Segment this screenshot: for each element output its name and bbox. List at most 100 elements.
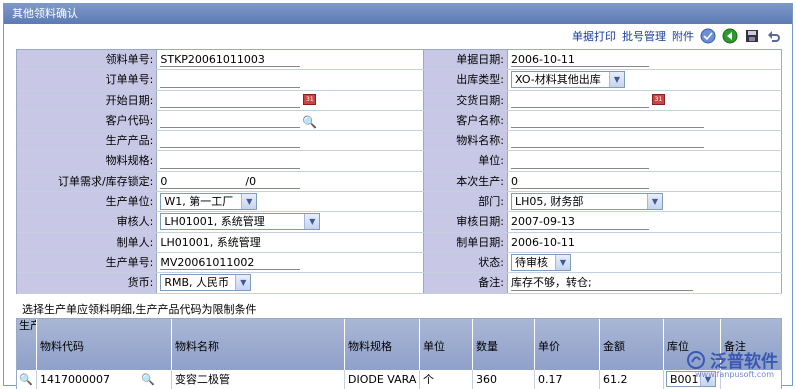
customer-code-field[interactable]: 🔍 (157, 110, 425, 132)
label-remark: 备注: (424, 273, 508, 293)
label-current-production: 本次生产: (424, 171, 508, 192)
col-unit-price[interactable]: 单价 (535, 319, 600, 370)
chevron-down-icon: ▼ (235, 275, 251, 291)
label-creator: 制单人: (17, 232, 158, 252)
cell-material-code: 1417000007 🔍 (37, 370, 172, 389)
label-department: 部门: (424, 192, 508, 212)
form-row: 审核人: LH01001, 系统管理 ▼ 审核日期: 2007-09-13 (17, 212, 782, 233)
label-out-type: 出库类型: (424, 70, 508, 90)
detail-grid: 生产单 物料代码 物料名称 物料规格 单位 数量 单价 金额 库位 备注 🔍 1… (16, 318, 782, 389)
detail-subtitle: 选择生产单应领料明细,生产产品代码为限制条件 (22, 303, 257, 316)
label-customer-code: 客户代码: (17, 110, 158, 131)
calendar-icon[interactable]: 31 (303, 93, 317, 105)
form-row: 领料单号: STKP20061011003 单据日期: 2006-10-11 (17, 50, 782, 71)
grid-header: 生产单 物料代码 物料名称 物料规格 单位 数量 单价 金额 库位 备注 (17, 319, 781, 370)
material-spec-field[interactable] (157, 151, 425, 171)
label-customer-name: 客户名称: (424, 110, 508, 131)
label-pick-no: 领料单号: (17, 50, 158, 70)
label-create-date: 制单日期: (424, 232, 508, 252)
doc-date-field[interactable]: 2006-10-11 (508, 50, 782, 70)
approve-date-field[interactable]: 2007-09-13 (508, 212, 782, 232)
cell-amount: 61.2 (600, 370, 664, 389)
currency-select[interactable]: RMB, 人民币 ▼ (160, 274, 252, 292)
col-material-name[interactable]: 物料名称 (172, 319, 345, 370)
chevron-down-icon: ▼ (241, 194, 257, 210)
start-date-field[interactable]: 31 (157, 90, 425, 110)
calendar-icon[interactable]: 31 (652, 93, 665, 105)
form-row: 物料规格: 单位: (17, 151, 782, 172)
attach-link[interactable]: 附件 (672, 28, 694, 44)
col-production-order[interactable]: 生产单 (17, 319, 37, 370)
label-product: 生产产品: (17, 131, 158, 151)
undo-icon[interactable] (766, 28, 782, 44)
unit-field[interactable] (508, 151, 782, 171)
material-name-field[interactable] (508, 131, 782, 151)
watermark-url: www.fanpusoft.com (695, 370, 774, 379)
col-quantity[interactable]: 数量 (473, 319, 535, 370)
print-link[interactable]: 单据打印 (572, 28, 616, 44)
chevron-down-icon: ▼ (304, 214, 320, 230)
label-order-demand: 订单需求/库存锁定: (17, 171, 158, 192)
brand-logo-icon (687, 350, 705, 369)
status-select[interactable]: 待审核 ▼ (511, 253, 571, 271)
create-date-field: 2006-10-11 (508, 232, 782, 252)
label-order-no: 订单单号: (17, 70, 158, 90)
production-unit-select[interactable]: W1, 第一工厂 ▼ (160, 193, 258, 211)
customer-name-field[interactable] (508, 110, 782, 131)
production-no-field[interactable]: MV20061011002 (157, 252, 425, 273)
approver-select[interactable]: LH01001, 系统管理 ▼ (160, 213, 321, 231)
label-status: 状态: (424, 252, 508, 273)
window-title: 其他领料确认 (4, 4, 792, 24)
cell-material-spec: DIODE VARA (345, 370, 420, 389)
back-icon[interactable] (722, 28, 738, 44)
creator-field: LH01001, 系统管理 (157, 232, 425, 252)
col-material-code[interactable]: 物料代码 (37, 319, 172, 370)
label-delivery-date: 交货日期: (424, 90, 508, 110)
search-icon[interactable]: 🔍 (302, 113, 317, 132)
form-row: 订单需求/库存锁定: 0/0 本次生产: 0 (17, 171, 782, 193)
approve-icon[interactable] (700, 28, 716, 44)
remark-field[interactable]: 库存不够，转仓; (508, 273, 782, 293)
out-type-select[interactable]: XO-材料其他出库 ▼ (511, 71, 625, 89)
product-field[interactable] (157, 131, 425, 151)
main-window: 其他领料确认 单据打印 批号管理 附件 领料单号: STKP2006101100… (3, 3, 793, 389)
current-production-field[interactable]: 0 (508, 171, 782, 192)
form-row: 生产单位: W1, 第一工厂 ▼ 部门: LH05, 财务部 ▼ (17, 192, 782, 213)
label-approve-date: 审核日期: (424, 212, 508, 232)
label-material-name: 物料名称: (424, 131, 508, 151)
batch-link[interactable]: 批号管理 (622, 28, 666, 44)
form-row: 开始日期: 31 交货日期: 31 (17, 90, 782, 111)
form-row: 货币: RMB, 人民币 ▼ 备注: 库存不够，转仓; (17, 273, 782, 294)
label-doc-date: 单据日期: (424, 50, 508, 70)
label-approver: 审核人: (17, 212, 158, 232)
cell-quantity[interactable]: 360 (473, 370, 535, 389)
toolbar: 单据打印 批号管理 附件 (4, 24, 792, 48)
delivery-date-field[interactable]: 31 (508, 90, 782, 110)
form-row: 客户代码: 🔍 客户名称: (17, 110, 782, 132)
watermark-text: 泛普软件 (710, 352, 778, 372)
header-form: 领料单号: STKP20061011003 单据日期: 2006-10-11 订… (16, 49, 782, 294)
label-production-unit: 生产单位: (17, 192, 158, 212)
cell-unit-price[interactable]: 0.17 (535, 370, 600, 389)
watermark-logo: 泛普软件 (686, 347, 778, 372)
table-row[interactable]: 🔍 1417000007 🔍 变容二极管 DIODE VARA 个 360 0.1… (17, 370, 781, 389)
col-material-spec[interactable]: 物料规格 (345, 319, 420, 370)
save-icon[interactable] (744, 28, 760, 44)
search-icon[interactable]: 🔍 (141, 370, 155, 389)
chevron-down-icon: ▼ (647, 194, 662, 210)
col-unit[interactable]: 单位 (420, 319, 473, 370)
order-demand-field[interactable]: 0/0 (157, 171, 425, 192)
pick-no-field[interactable]: STKP20061011003 (157, 50, 425, 70)
form-row: 生产产品: 物料名称: (17, 131, 782, 152)
form-row: 制单人: LH01001, 系统管理 制单日期: 2006-10-11 (17, 232, 782, 253)
label-start-date: 开始日期: (17, 90, 158, 110)
order-no-field[interactable] (157, 70, 425, 90)
form-row: 生产单号: MV20061011002 状态: 待审核 ▼ (17, 252, 782, 274)
label-production-no: 生产单号: (17, 252, 158, 273)
chevron-down-icon: ▼ (555, 254, 570, 270)
department-select[interactable]: LH05, 财务部 ▼ (511, 193, 663, 211)
col-amount[interactable]: 金额 (600, 319, 664, 370)
form-row: 订单单号: 出库类型: XO-材料其他出库 ▼ (17, 70, 782, 91)
row-search-icon[interactable]: 🔍 (17, 370, 37, 389)
cell-unit: 个 (420, 370, 473, 389)
